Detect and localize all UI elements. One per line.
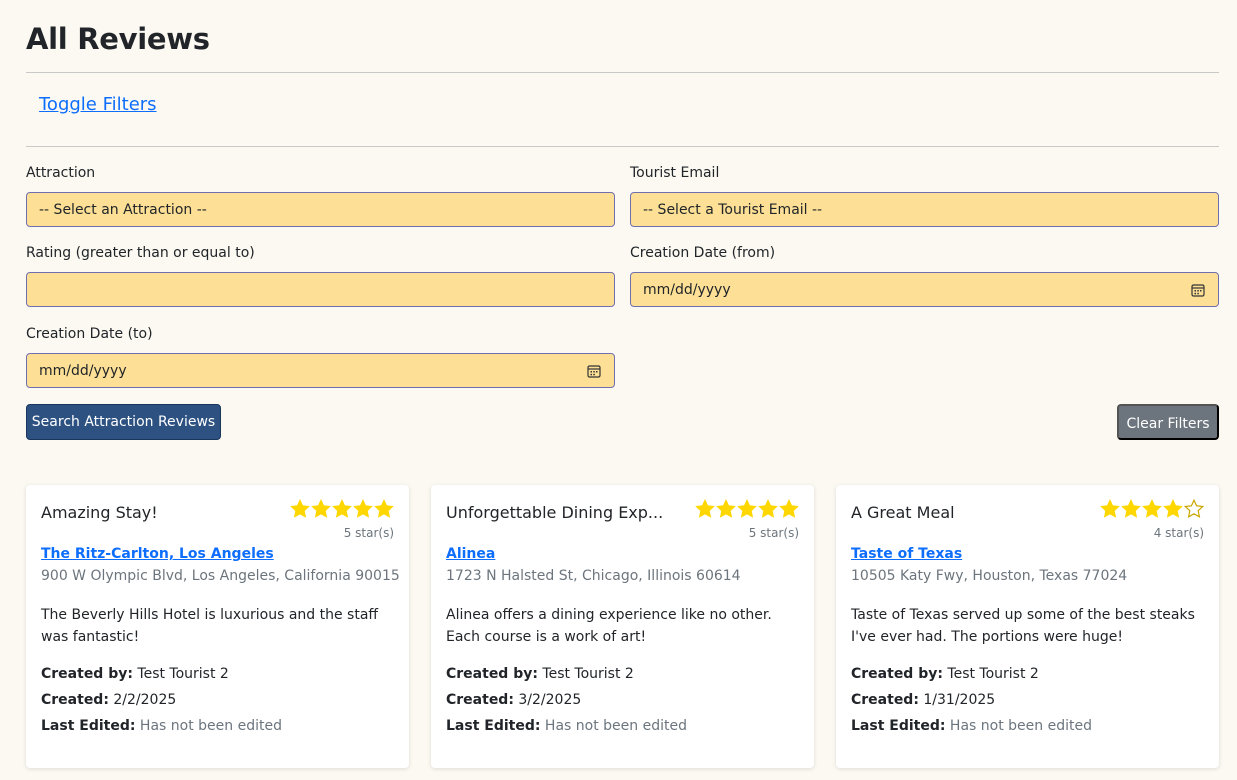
star-rating — [1100, 499, 1204, 519]
review-card: Unforgettable Dining Exp... 5 star(s) Al… — [431, 485, 814, 768]
attraction-link[interactable]: Alinea — [446, 546, 495, 562]
star-count: 5 star(s) — [343, 526, 394, 540]
tourist-email-select-value: -- Select a Tourist Email -- — [643, 202, 823, 218]
calendar-icon[interactable] — [587, 364, 601, 378]
star-count: 5 star(s) — [748, 526, 799, 540]
review-card: Amazing Stay! 5 star(s) The Ritz-Carlton… — [26, 485, 409, 768]
star-filled-icon — [353, 499, 373, 518]
created-label: Created: — [41, 692, 109, 708]
divider — [26, 72, 1219, 73]
reviews-page: All Reviews Toggle Filters Attraction --… — [0, 0, 1237, 780]
review-content: Taste of Texas served up some of the bes… — [851, 607, 1195, 645]
created-by-label: Created by: — [851, 666, 943, 682]
created-line: Created: 2/2/2025 — [41, 692, 176, 708]
review-title: A Great Meal — [851, 503, 955, 522]
clear-filters-button[interactable]: Clear Filters — [1117, 404, 1219, 440]
tourist-email-select[interactable]: -- Select a Tourist Email -- — [630, 192, 1219, 227]
divider — [26, 146, 1219, 147]
last-edited-label: Last Edited: — [851, 718, 946, 734]
search-reviews-button[interactable]: Search Attraction Reviews — [26, 404, 221, 440]
last-edited-line: Last Edited: Has not been edited — [41, 718, 282, 734]
star-filled-icon — [1121, 499, 1141, 518]
star-filled-icon — [716, 499, 736, 518]
attraction-select[interactable]: -- Select an Attraction -- — [26, 192, 615, 227]
star-filled-icon — [1100, 499, 1120, 518]
date-to-label: Creation Date (to) — [26, 326, 153, 342]
star-filled-icon — [779, 499, 799, 518]
created-by-line: Created by: Test Tourist 2 — [446, 666, 634, 682]
star-filled-icon — [737, 499, 757, 518]
rating-input[interactable] — [26, 272, 615, 307]
created-by-line: Created by: Test Tourist 2 — [41, 666, 229, 682]
review-title: Unforgettable Dining Exp... — [446, 503, 664, 522]
last-edited-label: Last Edited: — [446, 718, 541, 734]
last-edited-label: Last Edited: — [41, 718, 136, 734]
date-to-placeholder: mm/dd/yyyy — [39, 363, 127, 379]
created-value: 3/2/2025 — [518, 692, 582, 708]
star-filled-icon — [695, 499, 715, 518]
attraction-link[interactable]: The Ritz-Carlton, Los Angeles — [41, 546, 274, 562]
star-filled-icon — [290, 499, 310, 518]
attraction-select-value: -- Select an Attraction -- — [39, 202, 207, 218]
date-to-input[interactable]: mm/dd/yyyy — [26, 353, 615, 388]
attraction-address: 10505 Katy Fwy, Houston, Texas 77024 — [851, 568, 1128, 584]
created-by-value: Test Tourist 2 — [947, 666, 1039, 682]
review-card: A Great Meal 4 star(s) Taste of Texas 10… — [836, 485, 1219, 768]
created-label: Created: — [851, 692, 919, 708]
created-line: Created: 3/2/2025 — [446, 692, 581, 708]
created-by-value: Test Tourist 2 — [542, 666, 634, 682]
created-by-label: Created by: — [446, 666, 538, 682]
page-title: All Reviews — [26, 22, 210, 56]
review-title: Amazing Stay! — [41, 503, 158, 522]
star-rating — [695, 499, 799, 519]
created-label: Created: — [446, 692, 514, 708]
calendar-icon[interactable] — [1191, 283, 1205, 297]
attraction-address: 1723 N Halsted St, Chicago, Illinois 606… — [446, 568, 741, 584]
created-by-value: Test Tourist 2 — [137, 666, 229, 682]
star-filled-icon — [1163, 499, 1183, 518]
star-filled-icon — [758, 499, 778, 518]
rating-label: Rating (greater than or equal to) — [26, 245, 255, 261]
last-edited-line: Last Edited: Has not been edited — [446, 718, 687, 734]
review-content: Alinea offers a dining experience like n… — [446, 607, 772, 645]
toggle-filters-link[interactable]: Toggle Filters — [39, 94, 157, 115]
attraction-link[interactable]: Taste of Texas — [851, 546, 962, 562]
tourist-email-label: Tourist Email — [630, 165, 720, 181]
star-filled-icon — [1142, 499, 1162, 518]
last-edited-value: Has not been edited — [139, 718, 282, 734]
date-from-input[interactable]: mm/dd/yyyy — [630, 272, 1219, 307]
star-empty-icon — [1184, 499, 1204, 518]
date-from-label: Creation Date (from) — [630, 245, 776, 261]
date-from-placeholder: mm/dd/yyyy — [643, 282, 731, 298]
star-count: 4 star(s) — [1153, 526, 1204, 540]
attraction-label: Attraction — [26, 165, 96, 181]
last-edited-value: Has not been edited — [949, 718, 1092, 734]
created-by-line: Created by: Test Tourist 2 — [851, 666, 1039, 682]
created-value: 2/2/2025 — [113, 692, 177, 708]
star-filled-icon — [332, 499, 352, 518]
last-edited-line: Last Edited: Has not been edited — [851, 718, 1092, 734]
created-by-label: Created by: — [41, 666, 133, 682]
review-content: The Beverly Hills Hotel is luxurious and… — [41, 607, 379, 645]
attraction-address: 900 W Olympic Blvd, Los Angeles, Califor… — [41, 568, 400, 584]
created-line: Created: 1/31/2025 — [851, 692, 995, 708]
created-value: 1/31/2025 — [923, 692, 996, 708]
star-rating — [290, 499, 394, 519]
star-filled-icon — [374, 499, 394, 518]
star-filled-icon — [311, 499, 331, 518]
last-edited-value: Has not been edited — [544, 718, 687, 734]
